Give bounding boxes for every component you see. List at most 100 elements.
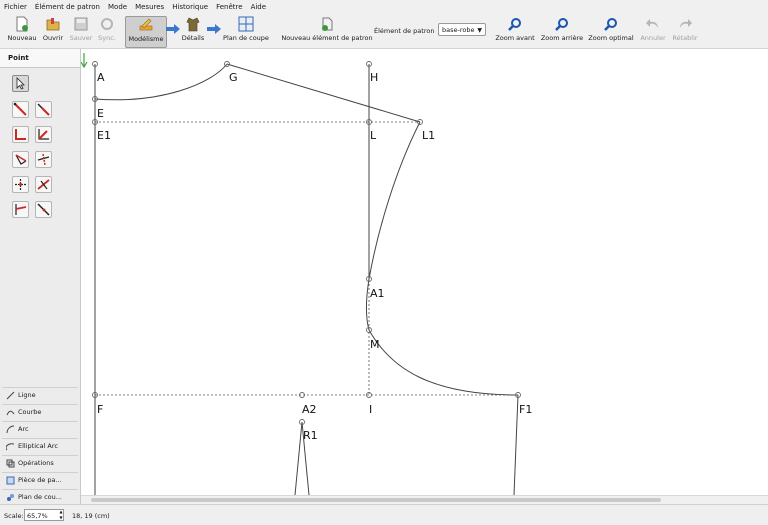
scale-label: Scale:	[4, 512, 24, 520]
label-e1: E1	[97, 129, 111, 142]
tab-point-label: Point	[8, 54, 29, 62]
tool-shoulder-point[interactable]	[12, 151, 29, 168]
category-arc[interactable]: Arc	[2, 421, 78, 436]
undo-button[interactable]: Annuler	[640, 16, 666, 46]
arrow-right-icon	[166, 24, 180, 36]
cursor-icon	[16, 77, 25, 90]
zoom-fit-icon	[603, 16, 619, 32]
layout-grid-icon	[238, 16, 254, 32]
label-l1: L1	[422, 129, 435, 142]
menu-help[interactable]: Aide	[247, 3, 270, 11]
category-operations[interactable]: Opérations	[2, 455, 78, 470]
redo-button[interactable]: Rétablir	[672, 16, 698, 46]
sync-button[interactable]: Sync.	[96, 16, 118, 46]
piece-selector-label: Élément de patron	[374, 27, 435, 35]
label-r1: R1	[303, 429, 318, 442]
zoom-in-button[interactable]: Zoom avant	[494, 16, 536, 46]
category-line-label: Ligne	[18, 391, 36, 399]
piece-selector[interactable]: base-robe ▼	[438, 23, 486, 36]
line-r1-left	[294, 421, 303, 495]
pattern-drawing[interactable]: A G H E E1 L L1 A1 M F A2 I F1 R1	[81, 49, 768, 495]
label-l: L	[370, 129, 377, 142]
save-label: Sauver	[69, 34, 93, 42]
tool-normal[interactable]	[12, 126, 29, 143]
tool-triangle[interactable]	[35, 201, 52, 218]
category-curve[interactable]: Courbe	[2, 404, 78, 419]
new-file-icon	[14, 16, 30, 32]
tool-line-intersect-axis[interactable]	[35, 176, 52, 193]
scale-spinner[interactable]: ▲ ▼	[58, 509, 64, 521]
along-line-icon	[37, 103, 50, 116]
menu-piece[interactable]: Élément de patron	[31, 3, 104, 11]
category-piece-label: Pièce de pa...	[18, 476, 62, 484]
save-disk-icon	[73, 16, 89, 32]
zoom-fit-button[interactable]: Zoom optimal	[588, 16, 634, 46]
label-a2: A2	[302, 403, 317, 416]
tool-along-line[interactable]	[35, 101, 52, 118]
height-icon	[15, 204, 27, 215]
arrow-pointer-tool[interactable]	[12, 75, 29, 92]
category-arc-label: Arc	[18, 425, 29, 433]
modeling-mode-button[interactable]: Modélisme	[125, 16, 167, 48]
layout-icon	[7, 494, 14, 501]
category-layout[interactable]: Plan de cou...	[2, 489, 78, 504]
menu-history[interactable]: Historique	[168, 3, 212, 11]
point-labels: A G H E E1 L L1 A1 M F A2 I F1 R1	[97, 71, 532, 442]
zoom-out-icon	[554, 16, 570, 32]
undo-label: Annuler	[640, 34, 666, 42]
category-piece[interactable]: Pièce de pa...	[2, 472, 78, 487]
scrollbar-thumb[interactable]	[91, 498, 661, 502]
main-toolbar: Nouveau Ouvrir Sauver Sync. Modélisme Dé…	[0, 14, 768, 49]
bisector-icon	[38, 129, 49, 140]
sync-label: Sync.	[98, 34, 116, 42]
tool-intersection[interactable]	[12, 176, 29, 193]
category-curve-label: Courbe	[18, 408, 42, 416]
new-label: Nouveau	[7, 34, 37, 42]
menu-file[interactable]: Fichier	[0, 3, 31, 11]
label-e: E	[97, 107, 104, 120]
details-mode-button[interactable]: Détails	[180, 16, 206, 46]
tab-point[interactable]: Point	[0, 49, 80, 68]
zoom-out-button[interactable]: Zoom arrière	[540, 16, 584, 46]
line-f1-down	[513, 394, 519, 495]
new-button[interactable]: Nouveau	[6, 16, 38, 46]
shoulder-point-icon	[15, 154, 27, 165]
garment-icon	[185, 16, 201, 32]
tool-panel: Point Ligne Courbe Arc Elliptical Arc Op…	[0, 49, 81, 504]
tool-point-of-contact[interactable]	[35, 151, 52, 168]
menu-window[interactable]: Fenêtre	[212, 3, 246, 11]
zoom-in-icon	[507, 16, 523, 32]
pencil-ruler-icon	[138, 17, 154, 33]
layout-label: Plan de coupe	[223, 34, 269, 42]
sync-icon	[99, 16, 115, 32]
layout-mode-button[interactable]: Plan de coupe	[221, 16, 271, 46]
arrow-right-icon	[207, 24, 221, 36]
tool-height[interactable]	[12, 201, 29, 218]
intersect-icon	[15, 179, 26, 190]
line-g-l1	[226, 63, 421, 123]
curve-side	[368, 329, 519, 396]
drawing-canvas[interactable]: A G H E E1 L L1 A1 M F A2 I F1 R1	[81, 49, 768, 495]
piece-icon	[6, 476, 15, 485]
open-button[interactable]: Ouvrir	[41, 16, 65, 46]
zoom-in-label: Zoom avant	[495, 34, 535, 42]
category-line[interactable]: Ligne	[2, 387, 78, 402]
curve-icon	[6, 410, 15, 416]
label-a1: A1	[370, 287, 385, 300]
axis-intersect-icon	[37, 179, 50, 190]
tool-line-length[interactable]	[12, 101, 29, 118]
menu-bar: Fichier Élément de patron Mode Mesures H…	[0, 0, 768, 14]
menu-mode[interactable]: Mode	[104, 3, 131, 11]
zoom-out-label: Zoom arrière	[540, 34, 584, 42]
contact-icon	[37, 153, 50, 166]
redo-label: Rétablir	[672, 34, 698, 42]
new-piece-button[interactable]: Nouveau élément de patron	[280, 16, 374, 46]
triangle-icon	[37, 203, 50, 216]
redo-icon	[677, 16, 693, 32]
save-button[interactable]: Sauver	[68, 16, 94, 46]
tool-bisector[interactable]	[35, 126, 52, 143]
menu-measurements[interactable]: Mesures	[131, 3, 168, 11]
zoom-fit-label: Zoom optimal	[588, 34, 634, 42]
origin-marker	[81, 53, 88, 69]
category-elliptical-arc[interactable]: Elliptical Arc	[2, 438, 78, 453]
